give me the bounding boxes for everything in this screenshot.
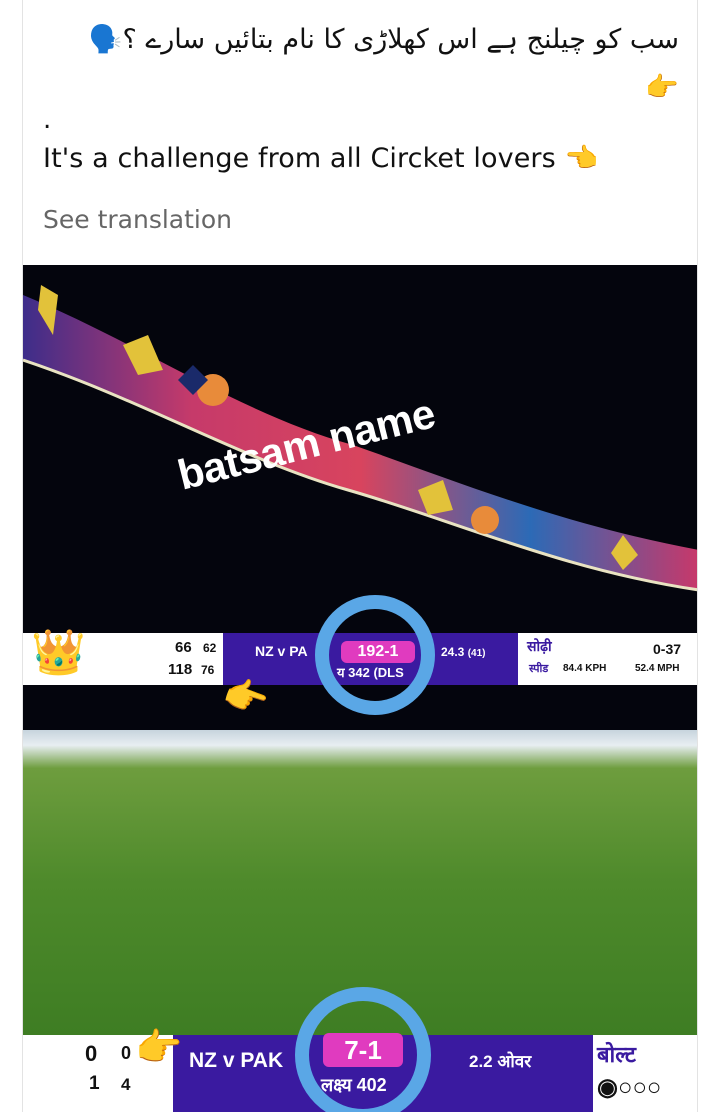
top-speed-kph: 84.4 KPH (563, 663, 607, 674)
bottom-left-top-1: 0 (85, 1041, 98, 1066)
bottom-target: लक्ष्य 402 (321, 1075, 387, 1095)
top-speed-mph: 52.4 MPH (635, 663, 680, 674)
top-balls-2: 76 (201, 663, 215, 677)
post-image[interactable]: batsam name 66 62 118 76 NZ v PA 24.3 (4… (23, 265, 697, 1112)
bottom-score-pill: 7-1 (323, 1033, 403, 1067)
urdu-text: سب کو چیلنج ہے اس کھلاڑی کا نام بتائیں س… (88, 24, 679, 55)
top-bowler-figures: 0-37 (653, 641, 682, 657)
top-overs-extra: (41) (467, 648, 486, 659)
urdu-caption: سب کو چیلنج ہے اس کھلاڑی کا نام بتائیں س… (59, 16, 679, 112)
bottom-bowler: बोल्ट (597, 1042, 636, 1067)
top-score-1: 66 (175, 639, 192, 656)
bottom-match-label: NZ v PAK (189, 1049, 284, 1072)
bottom-balls-indicator: ◉○○○ (597, 1074, 662, 1101)
see-translation-link[interactable]: See translation (43, 205, 232, 234)
bottom-left-bottom-1: 1 (89, 1073, 100, 1094)
top-overs: 24.3 (41) (441, 645, 486, 659)
separator-dot: . (43, 105, 52, 135)
english-text: It's a challenge from all Circket lovers (43, 143, 556, 174)
top-balls-1: 62 (203, 641, 217, 655)
bottom-left-top-2: 0 (121, 1043, 132, 1063)
top-target: य 342 (DLS (337, 665, 404, 680)
english-caption: It's a challenge from all Circket lovers… (43, 142, 598, 174)
top-bowler: सोढ़ी (527, 638, 552, 654)
post-card: سب کو چیلنج ہے اس کھلاڑی کا نام بتائیں س… (22, 0, 698, 1112)
top-score-2: 118 (168, 661, 193, 678)
top-score-pill: 192-1 (341, 641, 415, 663)
bottom-left-bottom-2: 4 (121, 1075, 131, 1094)
stadium-night-scene: batsam name 66 62 118 76 NZ v PA 24.3 (4… (23, 265, 697, 730)
crown-emoji: 👑 (31, 627, 86, 678)
bottom-overs: 2.2 ओवर (469, 1052, 532, 1071)
top-speed-label: स्पीड (529, 663, 549, 675)
top-match-label: NZ v PA (255, 643, 308, 659)
pointing-hand-emoji-bottom: 👉 (135, 1025, 183, 1069)
top-overs-value: 24.3 (441, 645, 465, 659)
pointing-left-emoji: 👈 (564, 143, 599, 174)
pointing-right-emoji: 👉 (645, 72, 679, 103)
